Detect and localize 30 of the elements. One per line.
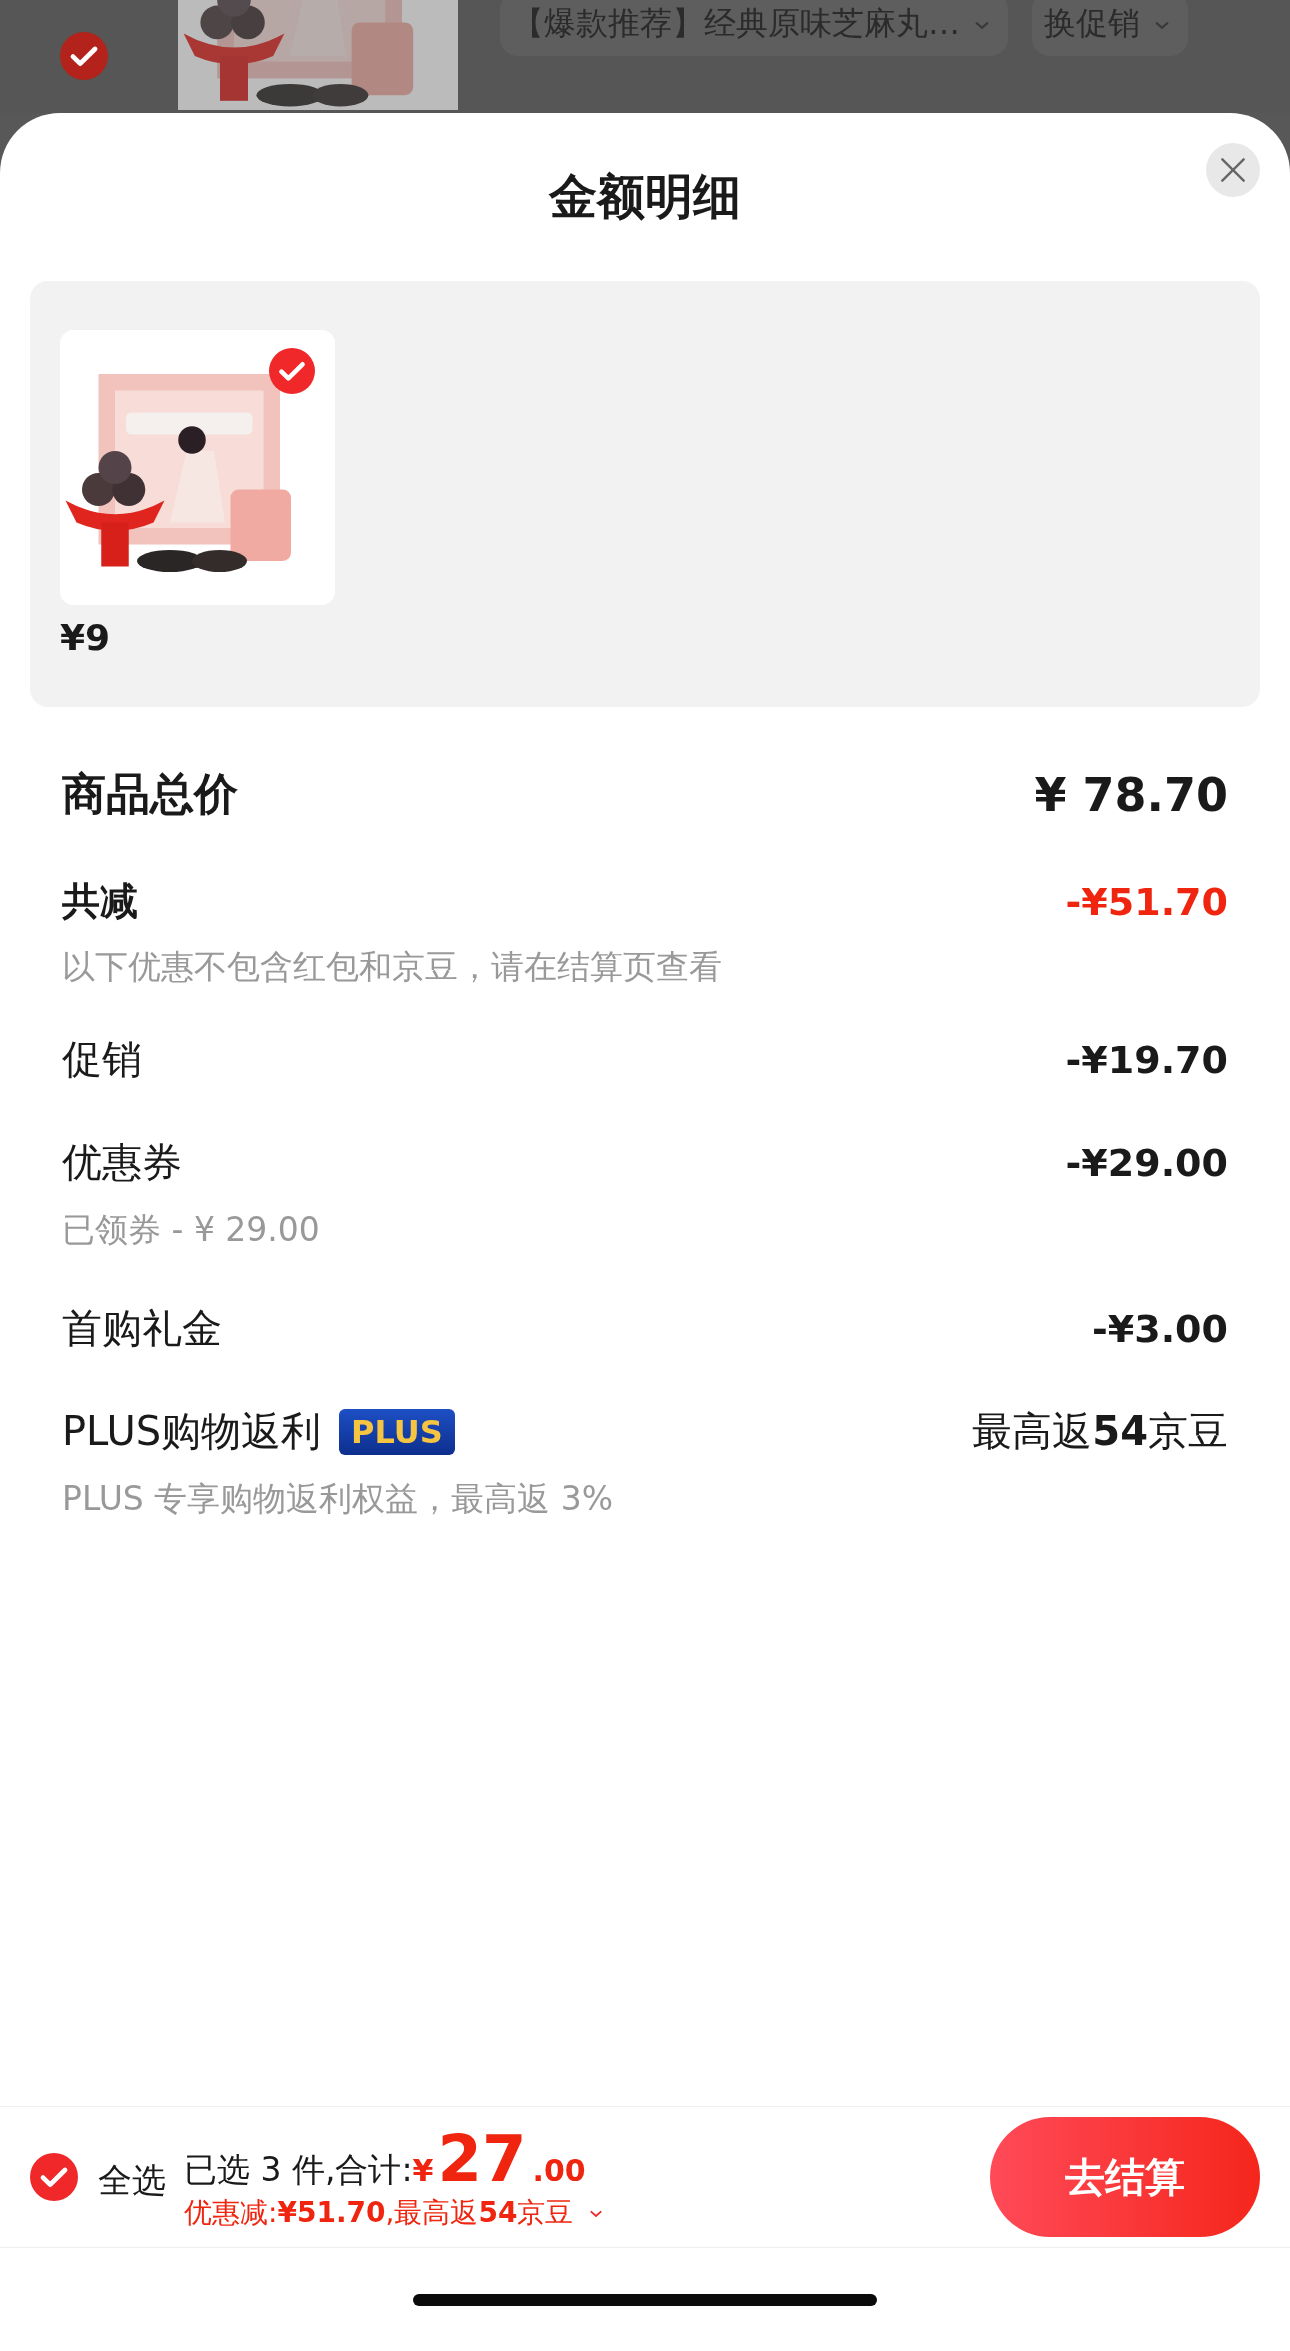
total-label: 商品总价 xyxy=(62,767,238,821)
home-indicator[interactable] xyxy=(413,2293,877,2306)
selected-count-text: 已选 3 件,合计: xyxy=(184,2149,413,2191)
row-value: -¥19.70 xyxy=(1065,1037,1228,1082)
row-label: 促销 xyxy=(62,1035,142,1084)
row-value: -¥3.00 xyxy=(1092,1306,1228,1351)
savings-text: 优惠减:¥51.70,最高返54京豆 xyxy=(184,2195,574,2231)
select-all-label: 全选 xyxy=(98,2159,166,2202)
sheet-title: 金额明细 xyxy=(549,167,741,226)
checkbox[interactable] xyxy=(30,2153,78,2201)
row-label: 共减 xyxy=(62,878,138,925)
plus-badge: PLUS xyxy=(339,1408,455,1455)
product-price: ¥9 xyxy=(60,617,112,658)
row-label: PLUS购物返利 xyxy=(62,1407,322,1456)
close-button[interactable] xyxy=(1206,143,1260,197)
checkout-button[interactable]: 去结算 xyxy=(990,2117,1260,2237)
checkbox[interactable] xyxy=(269,348,315,394)
row-value: -¥51.70 xyxy=(1065,879,1228,924)
close-icon xyxy=(1221,158,1245,182)
checkbox[interactable] xyxy=(60,32,108,80)
row-value: 最高返54京豆 xyxy=(972,1407,1228,1456)
row-label: 首购礼金 xyxy=(62,1304,222,1353)
row-note: PLUS 专享购物返利权益，最高返 3% xyxy=(62,1478,615,1520)
row-note: 以下优惠不包含红包和京豆，请在结算页查看 xyxy=(62,946,723,988)
total-amount: ¥27.00 xyxy=(412,2122,586,2196)
total-value: ¥ 78.70 xyxy=(1034,767,1228,822)
row-value: -¥29.00 xyxy=(1065,1140,1228,1185)
row-label: 优惠券 xyxy=(62,1138,182,1187)
row-note: 已领券 - ¥ 29.00 xyxy=(62,1209,321,1251)
caret-icon xyxy=(589,2208,604,2218)
